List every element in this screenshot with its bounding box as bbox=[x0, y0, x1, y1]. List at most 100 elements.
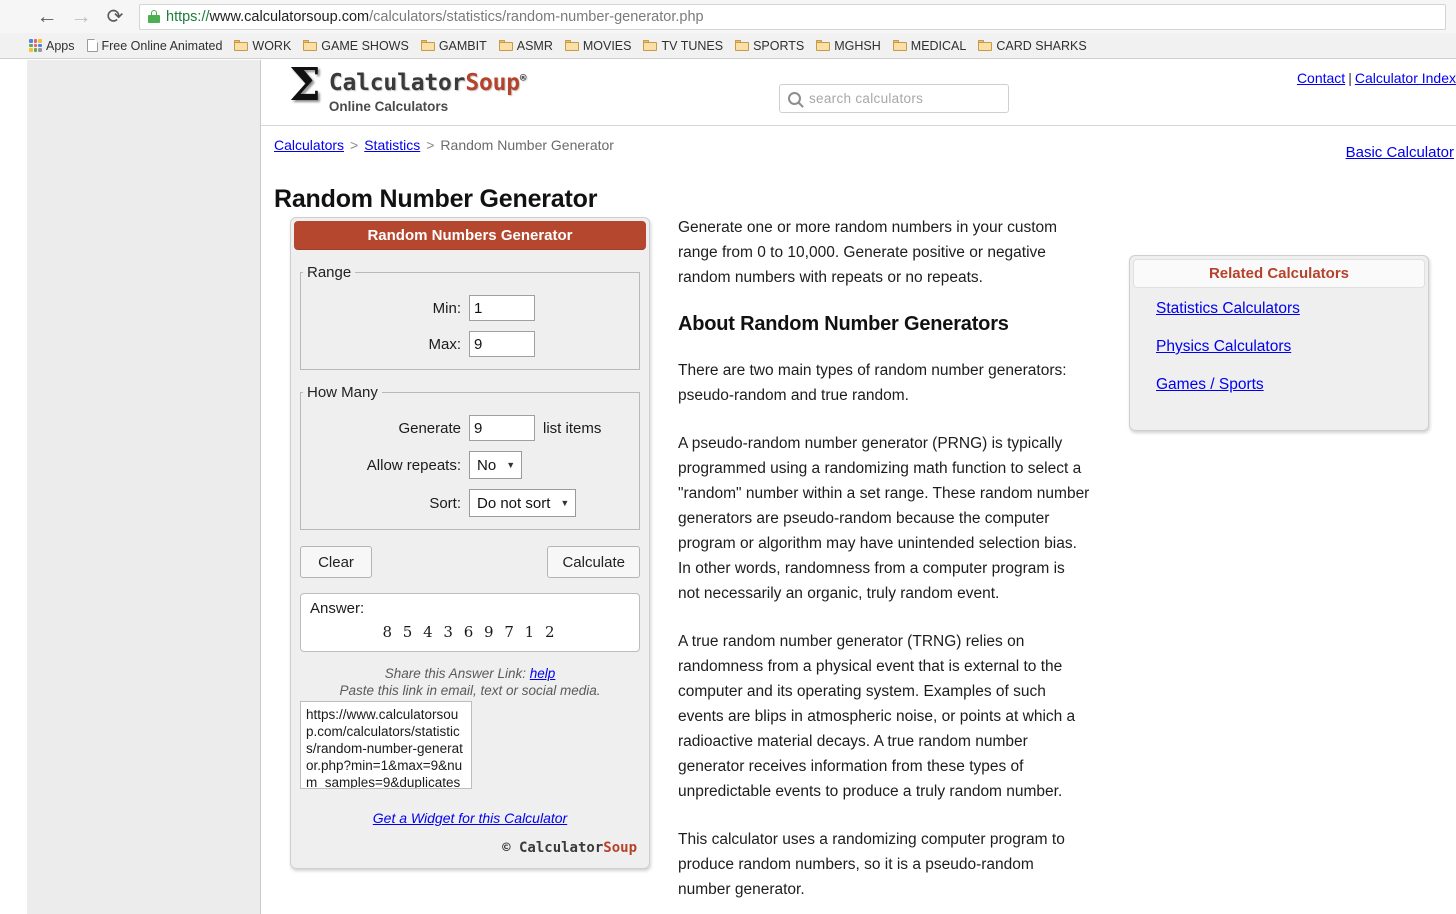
bookmark-tv-tunes[interactable]: TV TUNES bbox=[643, 39, 723, 53]
forward-arrow-icon[interactable]: → bbox=[64, 4, 98, 30]
breadcrumb-statistics[interactable]: Statistics bbox=[364, 137, 420, 153]
browser-toolbar: ← → ⟳ https://www.calculatorsoup.com/cal… bbox=[0, 0, 1456, 33]
basic-calculator-link[interactable]: Basic Calculator bbox=[1346, 144, 1454, 161]
calculate-button[interactable]: Calculate bbox=[547, 546, 640, 578]
folder-icon bbox=[564, 40, 579, 51]
clear-button[interactable]: Clear bbox=[300, 546, 372, 578]
breadcrumb: Calculators > Statistics > Random Number Gen… bbox=[274, 137, 614, 153]
bookmark-label: MGHSH bbox=[834, 38, 881, 53]
bookmark-label: MOVIES bbox=[582, 38, 632, 53]
generate-label: Generate bbox=[398, 419, 461, 437]
max-input[interactable] bbox=[469, 331, 535, 357]
calculator-widget: Random Numbers Generator Range Min: Max: bbox=[290, 217, 650, 869]
bookmark-movies[interactable]: MOVIES bbox=[564, 38, 632, 53]
bookmark-free-online-animated[interactable]: Free Online Animated bbox=[86, 38, 223, 53]
chevron-down-icon: ▼ bbox=[560, 498, 570, 508]
bookmark-mghsh[interactable]: MGHSH bbox=[816, 39, 881, 53]
url-host: www.calculatorsoup.com bbox=[209, 8, 370, 25]
related-calculators-box: Related Calculators Statistics Calculato… bbox=[1129, 255, 1429, 431]
min-label: Min: bbox=[432, 299, 461, 317]
calculator-title: Random Numbers Generator bbox=[294, 221, 646, 250]
search-placeholder: search calculators bbox=[809, 91, 924, 106]
folder-icon bbox=[643, 40, 658, 51]
copyright-mark-icon: © bbox=[502, 840, 511, 856]
copyright-word-calculator: Calculator bbox=[518, 840, 604, 856]
allow-repeats-select[interactable]: No ▼ bbox=[469, 451, 523, 479]
page-viewport: Σ CalculatorSoup® Online Calculators sea… bbox=[0, 60, 1456, 914]
get-widget-link[interactable]: Get a Widget for this Calculator bbox=[373, 810, 567, 826]
range-fieldset: Range Min: Max: bbox=[300, 264, 640, 370]
max-label: Max: bbox=[428, 335, 461, 353]
list-item: Games / Sports bbox=[1156, 376, 1428, 394]
share-link-textarea[interactable]: https://www.calculatorsoup.com/calculato… bbox=[300, 701, 472, 789]
logo-word-soup: Soup bbox=[465, 70, 520, 96]
bookmark-label: Apps bbox=[46, 38, 75, 53]
related-link-games-sports[interactable]: Games / Sports bbox=[1156, 376, 1264, 393]
chevron-down-icon: ▼ bbox=[506, 460, 516, 470]
article-paragraph-4: This calculator uses a randomizing compu… bbox=[678, 831, 1065, 898]
bookmark-apps[interactable]: Apps bbox=[29, 39, 75, 53]
bookmark-asmr[interactable]: ASMR bbox=[498, 39, 553, 53]
article-intro: Generate one or more random numbers in y… bbox=[678, 219, 1058, 286]
bookmark-label: Free Online Animated bbox=[101, 38, 223, 53]
content-sheet: Σ CalculatorSoup® Online Calculators sea… bbox=[260, 60, 1456, 914]
action-buttons: Clear Calculate bbox=[300, 546, 640, 578]
sort-select[interactable]: Do not sort ▼ bbox=[469, 489, 577, 517]
reload-icon[interactable]: ⟳ bbox=[98, 4, 132, 30]
breadcrumb-separator: > bbox=[350, 137, 359, 153]
folder-icon bbox=[978, 40, 993, 51]
bookmark-label: CARD SHARKS bbox=[996, 38, 1087, 53]
answer-value: 8 5 4 3 6 9 7 1 2 bbox=[382, 623, 558, 641]
list-item: Statistics Calculators bbox=[1156, 300, 1428, 318]
article-paragraph-2: A pseudo-random number generator (PRNG) … bbox=[678, 435, 1090, 602]
site-logo[interactable]: Σ CalculatorSoup® Online Calculators bbox=[289, 60, 527, 114]
calculator-index-link[interactable]: Calculator Index bbox=[1355, 70, 1456, 86]
apps-grid-icon bbox=[29, 39, 42, 52]
folder-icon bbox=[420, 40, 435, 51]
sort-value: Do not sort bbox=[477, 494, 551, 512]
folder-icon bbox=[816, 40, 831, 51]
links-separator: | bbox=[1348, 70, 1352, 86]
related-calculators-list: Statistics Calculators Physics Calculato… bbox=[1130, 288, 1428, 394]
bookmark-gambit[interactable]: GAMBIT bbox=[420, 39, 487, 53]
bookmark-sports[interactable]: SPORTS bbox=[735, 39, 804, 53]
back-arrow-icon[interactable]: ← bbox=[30, 4, 64, 30]
sort-label: Sort: bbox=[429, 494, 461, 512]
bookmark-label: MEDICAL bbox=[910, 38, 967, 53]
generate-count-input[interactable] bbox=[469, 415, 535, 441]
bookmark-card-sharks[interactable]: CARD SHARKS bbox=[978, 38, 1087, 53]
allow-repeats-value: No bbox=[477, 456, 497, 474]
url-scheme: https:// bbox=[166, 8, 210, 25]
how-many-fieldset: How Many Generate list items Allow repea… bbox=[300, 384, 640, 530]
breadcrumb-current: Random Number Generator bbox=[440, 137, 614, 153]
lock-icon bbox=[148, 10, 160, 23]
contact-link[interactable]: Contact bbox=[1297, 70, 1345, 86]
bookmark-label: TV TUNES bbox=[661, 38, 724, 53]
related-link-physics[interactable]: Physics Calculators bbox=[1156, 338, 1291, 355]
logo-word-calculator: Calculator bbox=[328, 70, 466, 96]
bookmark-game-shows[interactable]: GAME SHOWS bbox=[303, 39, 409, 53]
logo-tagline: Online Calculators bbox=[328, 99, 449, 114]
bookmarks-bar: Apps Free Online Animated WORK GAME SHOW… bbox=[0, 33, 1456, 59]
share-help-link[interactable]: help bbox=[530, 666, 556, 681]
basic-calculator-link-wrap: Basic Calculator bbox=[1346, 144, 1454, 161]
sigma-icon: Σ bbox=[289, 60, 321, 111]
breadcrumb-calculators[interactable]: Calculators bbox=[274, 137, 344, 153]
bookmark-medical[interactable]: MEDICAL bbox=[892, 38, 967, 53]
folder-icon bbox=[498, 40, 513, 51]
address-bar[interactable]: https://www.calculatorsoup.com/calculato… bbox=[139, 3, 1446, 30]
site-header: Σ CalculatorSoup® Online Calculators sea… bbox=[261, 62, 1456, 126]
widget-link-wrap: Get a Widget for this Calculator bbox=[291, 810, 649, 826]
share-answer-line: Share this Answer Link: help bbox=[291, 666, 649, 681]
page-background: Σ CalculatorSoup® Online Calculators sea… bbox=[27, 60, 1456, 914]
bookmark-work[interactable]: WORK bbox=[234, 39, 291, 53]
page-title: Random Number Generator bbox=[274, 184, 598, 213]
min-input[interactable] bbox=[469, 295, 535, 321]
left-gutter bbox=[0, 60, 27, 914]
search-icon bbox=[788, 92, 801, 105]
search-input[interactable]: search calculators bbox=[779, 84, 1009, 113]
bookmark-label: SPORTS bbox=[753, 38, 805, 53]
share-answer-text: Share this Answer Link: bbox=[384, 666, 527, 681]
related-link-statistics[interactable]: Statistics Calculators bbox=[1156, 300, 1300, 317]
folder-icon bbox=[303, 40, 318, 51]
